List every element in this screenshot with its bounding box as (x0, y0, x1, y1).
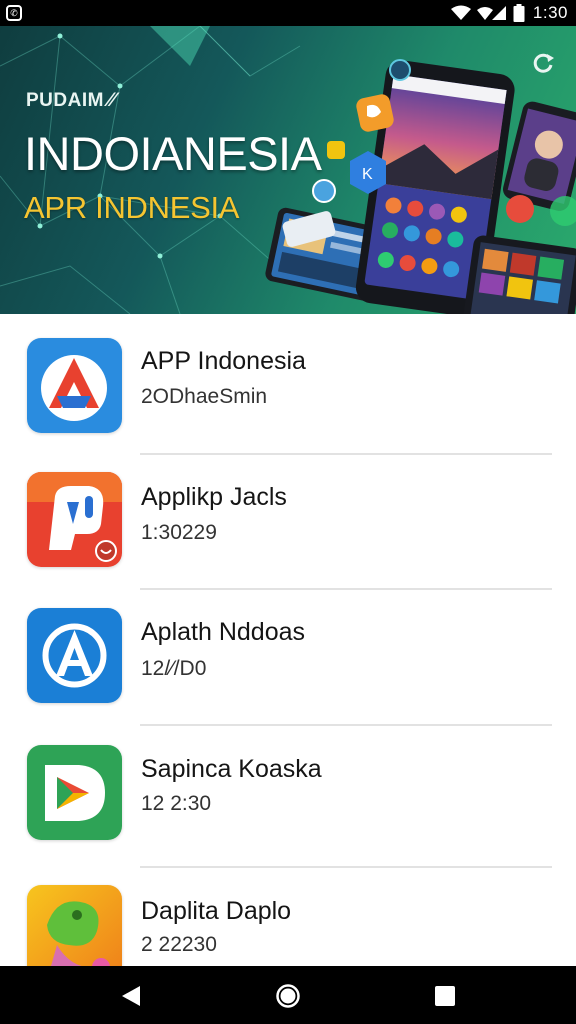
app-name: Applikp Jacls (141, 483, 287, 511)
app-meta: 1:30229 (141, 521, 217, 544)
banner-brand-text: PUDAIM (26, 90, 104, 111)
phone-illustration-video (503, 101, 576, 211)
p-logo-icon (27, 472, 122, 567)
circle-a-logo-icon (27, 608, 122, 703)
battery-icon (513, 4, 525, 22)
app-meta: 12/⁄/D0 (141, 657, 207, 680)
a-logo-icon (27, 338, 122, 433)
app-list-item[interactable]: Sapinca Koaska 12 2:30 (0, 745, 576, 865)
banner-title: INDOIANESIA (24, 127, 322, 180)
status-right: 1:30 (450, 3, 568, 23)
app-meta: 2 22230 (141, 933, 217, 956)
svg-text:K: K (362, 166, 373, 183)
status-left: ✆ (6, 5, 22, 21)
divider (140, 453, 552, 455)
app-name: Aplath Nddoas (141, 618, 306, 646)
home-icon[interactable] (275, 983, 301, 1009)
wifi-icon (450, 5, 471, 20)
status-bar: ✆ 1:30 (0, 0, 576, 26)
recents-icon[interactable] (432, 983, 458, 1009)
banner-subtitle: APR INDNESIA (24, 190, 240, 225)
divider (140, 724, 552, 726)
promo-banner[interactable]: K PUDAIM ⁄⁄ INDOIANESIA APR INDNESIA (0, 26, 576, 314)
app-name: APP Indonesia (141, 347, 306, 375)
refresh-icon[interactable] (530, 50, 556, 76)
app-notification-icon: ✆ (6, 5, 22, 21)
app-list-item[interactable]: Aplath Nddoas 12/⁄/D0 (0, 608, 576, 728)
navigation-bar (0, 966, 576, 1024)
back-icon[interactable] (118, 983, 144, 1009)
app-name: Sapinca Koaska (141, 755, 322, 783)
divider (140, 866, 552, 868)
phone-illustration-grid (463, 235, 576, 314)
banner-brand: PUDAIM ⁄⁄ (26, 90, 115, 112)
status-time: 1:30 (532, 3, 568, 22)
app-list-item[interactable]: APP Indonesia 2ODhaeSmin (0, 338, 576, 458)
divider (140, 588, 552, 590)
app-meta: 2ODhaeSmin (141, 385, 268, 408)
signal-icon (476, 6, 506, 20)
app-name: Daplita Daplo (141, 897, 292, 925)
brand-mark-icon: ⁄⁄ (107, 90, 116, 111)
app-meta: 12 2:30 (141, 792, 212, 815)
app-list-item[interactable]: Applikp Jacls 1:30229 (0, 472, 576, 592)
play-d-logo-icon (27, 745, 122, 840)
